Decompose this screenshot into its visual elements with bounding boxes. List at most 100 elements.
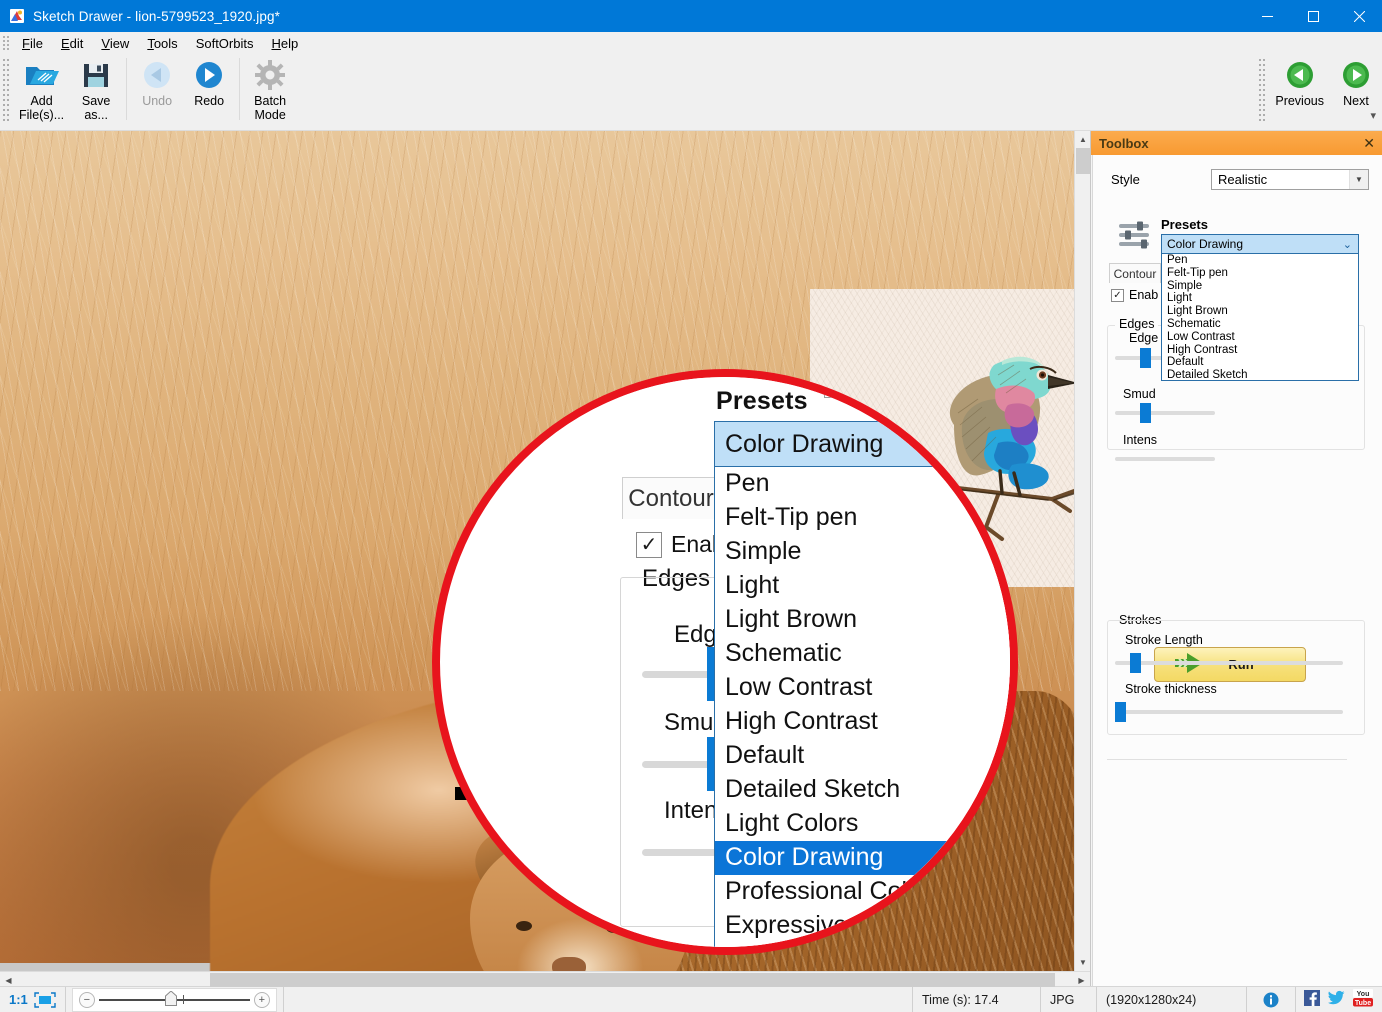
canvas-vertical-scrollbar[interactable]: ▲ ▼ [1074,131,1090,971]
stroke-length-track[interactable] [1115,661,1343,665]
chevron-down-icon[interactable]: ⌄ [1343,238,1352,251]
toolbar-gripper-right-icon[interactable] [1258,58,1268,124]
magnified-enable-checkbox: ✓ [636,531,662,558]
magnifier-lens: Realistic Presets Contour ✓ Enab Edges E… [432,369,1018,955]
tab-contour[interactable]: Contour [1109,263,1161,283]
enable-checkbox[interactable]: ✓ [1111,288,1124,302]
maximize-button[interactable] [1290,0,1336,32]
chevron-down-icon[interactable]: ▼ [1349,170,1368,189]
fit-to-window-icon[interactable] [34,991,56,1008]
stroke-length-thumb[interactable] [1130,653,1141,673]
magnified-preset-option: Simple [725,537,802,565]
preset-option[interactable]: Low Contrast [1162,331,1358,344]
facebook-icon[interactable] [1304,990,1320,1009]
next-arrow-icon [1341,58,1371,92]
info-cell[interactable] [1247,987,1296,1012]
toolbar-right-overflow-icon[interactable]: ▾ [1370,109,1376,122]
svg-text:Tube: Tube [1355,1000,1371,1007]
dimensions-status: (1920x1280x24) [1097,987,1247,1012]
zoom-slider-track[interactable] [98,989,250,1006]
redo-arrow-icon [194,58,224,92]
time-status: Time (s): 17.4 [913,987,1041,1012]
preset-option[interactable]: Schematic [1162,318,1358,331]
magnified-preset-option: Expressive [725,911,848,939]
zoom-slider[interactable]: − + [71,987,277,1012]
enable-checkbox-row[interactable]: ✓ Enab [1111,288,1158,302]
preset-option[interactable]: Felt-Tip pen [1162,267,1358,280]
style-combobox[interactable]: Realistic ▼ [1211,169,1369,190]
magnified-presets-combo: Color Drawing [714,421,1010,467]
toolbar-separator [126,58,128,120]
style-label: Style [1111,172,1140,187]
undo-label: Undo [142,94,173,108]
batch-mode-label-line1: Batch [254,94,287,108]
preset-option[interactable]: Simple [1162,280,1358,293]
intensity-slider-track[interactable] [1115,457,1215,461]
preset-option[interactable]: Detailed Sketch [1162,369,1358,380]
close-button[interactable] [1336,0,1382,32]
youtube-icon[interactable]: You Tube [1352,989,1374,1010]
menu-help[interactable]: Help [262,34,307,53]
scroll-down-icon[interactable]: ▼ [1075,954,1091,971]
enable-label: Enab [1129,288,1159,302]
batch-mode-label-line2: Mode [254,108,286,122]
menu-tools[interactable]: Tools [138,34,186,53]
presets-combobox[interactable]: Color Drawing ⌄ [1161,234,1359,254]
zoom-slider-cell: − + [66,987,284,1012]
zoom-in-button[interactable]: + [253,991,270,1008]
horizontal-scroll-thumb[interactable] [210,973,1055,987]
undo-arrow-icon [142,58,172,92]
canvas-horizontal-scrollbar[interactable]: ◀ ▶ [0,971,1090,987]
social-links: You Tube [1296,987,1382,1012]
magnified-preset-option: High Contrast [725,707,878,735]
redo-button[interactable]: Redo [183,54,235,126]
sliders-settings-icon [1117,217,1153,253]
vertical-scroll-thumb[interactable] [1076,148,1090,174]
menu-view[interactable]: View [92,34,138,53]
image-canvas[interactable]: Realistic Presets Contour ✓ Enab Edges E… [0,131,1090,986]
menu-softorbits[interactable]: SoftOrbits [187,34,263,53]
batch-mode-button[interactable]: Batch Mode [244,54,296,126]
twitter-icon[interactable] [1327,990,1345,1009]
add-files-button[interactable]: Add File(s)... [13,54,70,126]
minimize-button[interactable] [1244,0,1290,32]
main-toolbar: Add File(s)... Save as... Undo Redo Batc… [0,54,1382,185]
preset-option[interactable]: Light [1162,292,1358,305]
preset-option[interactable]: Pen [1162,254,1358,267]
previous-button[interactable]: Previous [1269,54,1330,126]
undo-button[interactable]: Undo [131,54,183,126]
scroll-up-icon[interactable]: ▲ [1075,131,1091,148]
zoom-slider-handle[interactable] [165,989,178,1006]
toolbar-gripper-icon[interactable] [2,58,11,124]
toolbox-title-bar: Toolbox ✕ [1091,131,1382,155]
info-icon[interactable] [1256,992,1286,1008]
zoom-controls-cell: 1:1 [0,987,66,1012]
smudge-slider-thumb[interactable] [1140,403,1151,423]
preset-option[interactable]: Default [1162,356,1358,369]
stroke-thickness-thumb[interactable] [1115,702,1126,722]
zoom-out-button[interactable]: − [78,991,95,1008]
smudge-label: Smud [1123,387,1156,401]
presets-value: Color Drawing [1167,237,1244,251]
stroke-length-label: Stroke Length [1125,633,1203,647]
presets-dropdown-list[interactable]: Pen Felt-Tip pen Simple Light Light Brown Sch… [1161,254,1359,381]
toolbox-panel: Toolbox ✕ Style Realistic ▼ Presets Cont… [1090,131,1382,986]
menu-file[interactable]: File [13,34,52,53]
magnified-presets-label: Presets [716,387,808,415]
magnified-preset-option: Felt-Tip pen [725,503,858,531]
toolbox-close-icon[interactable]: ✕ [1363,135,1375,152]
magnified-preset-option: Professional Color Sketch [725,877,1013,905]
preset-option[interactable]: High Contrast [1162,344,1358,357]
preset-option[interactable]: Light Brown [1162,305,1358,318]
edge-label: Edge [1129,331,1159,345]
magnified-preset-option: Detailed Sketch [725,775,901,803]
stroke-thickness-track[interactable] [1115,710,1343,714]
next-label: Next [1343,94,1369,108]
menu-edit[interactable]: Edit [52,34,92,53]
magnified-preset-option: Pen [725,469,770,497]
menu-gripper-icon[interactable] [2,35,11,51]
zoom-ratio-label[interactable]: 1:1 [9,992,34,1007]
smudge-slider-track[interactable] [1115,411,1215,415]
save-as-button[interactable]: Save as... [70,54,122,126]
edge-slider-thumb[interactable] [1140,348,1151,368]
